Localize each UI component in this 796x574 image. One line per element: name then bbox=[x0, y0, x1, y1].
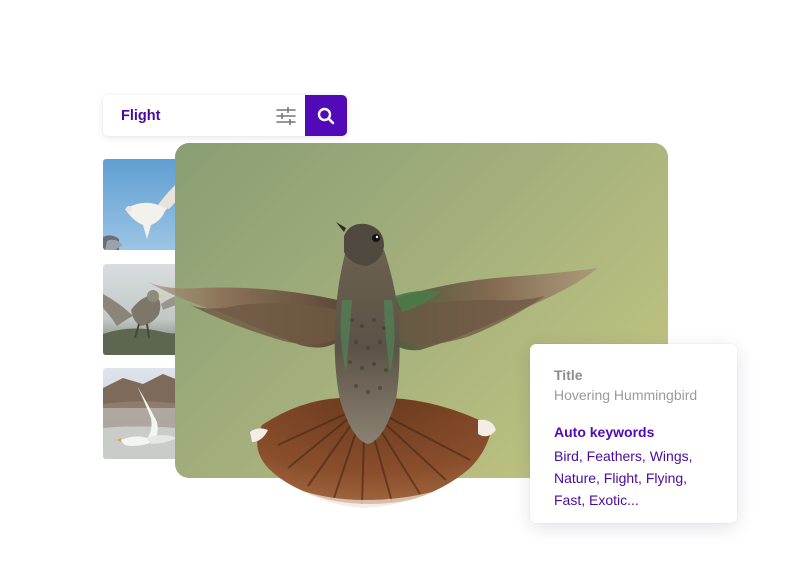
search-icon bbox=[317, 107, 335, 124]
filter-button[interactable] bbox=[273, 103, 299, 129]
image-info-card: Title Hovering Hummingbird Auto keywords… bbox=[530, 344, 737, 523]
auto-keywords-value: Bird, Feathers, Wings, Nature, Flight, F… bbox=[554, 448, 693, 508]
search-button[interactable] bbox=[305, 95, 347, 136]
stage: Title Hovering Hummingbird Auto keywords… bbox=[0, 0, 796, 574]
title-label: Title bbox=[554, 367, 583, 383]
search-input[interactable] bbox=[103, 95, 268, 136]
auto-keywords-label: Auto keywords bbox=[554, 424, 655, 440]
search-bar bbox=[103, 95, 347, 136]
title-value: Hovering Hummingbird bbox=[554, 387, 698, 403]
sliders-icon bbox=[276, 107, 296, 125]
